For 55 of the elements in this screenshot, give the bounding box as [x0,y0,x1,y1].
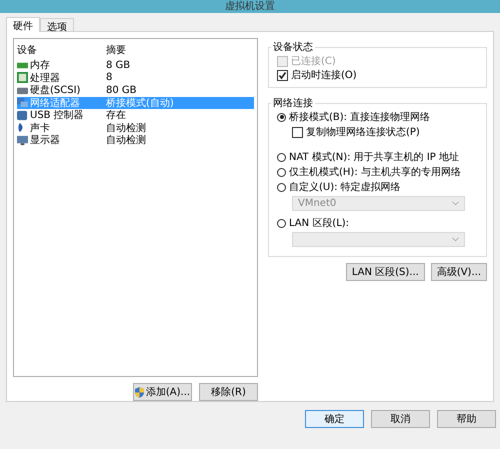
caret-icon [452,201,459,206]
column-header: 摘要 [106,44,127,57]
device-summary: 8 GB [106,60,132,71]
radio-button[interactable] [277,168,286,176]
device-name: 硬盘(SCSI) [30,84,80,98]
checkbox-label: 复制物理网络连接状态(P) [306,126,420,139]
device-name: 内存 [30,58,50,72]
device-name: USB 控制器 [30,108,84,122]
tab[interactable]: 硬件 [6,17,40,32]
column-header: 设备 [17,44,38,57]
caret-icon [452,237,459,242]
device-summary: 80 GB [106,84,138,96]
device-row[interactable]: 内存 8 GB [17,59,254,72]
device-summary: 桥接模式(自动) [106,96,175,110]
device-row[interactable]: 显示器 自动检测 [17,134,254,146]
checkbox-label: 启动时连接(O) [291,68,357,82]
radio-label: LAN 区段(L): [289,217,350,230]
tab[interactable]: 选项 [40,18,74,31]
device-summary: 自动检测 [106,122,147,134]
device-summary: 8 [106,72,114,84]
lan-segments-button[interactable]: LAN 区段(S)... [346,263,425,281]
radio-label: 仅主机模式(H): 与主机共享的专用网络 [289,166,461,179]
advanced-button[interactable]: 高级(V)... [430,263,487,281]
cancel-button[interactable]: 取消 [371,410,430,428]
device-row[interactable]: USB 控制器 存在 [17,109,254,122]
device-row[interactable]: 处理器 8 [17,72,254,84]
device-summary: 存在 [106,109,126,122]
radio-button[interactable] [277,218,286,228]
radio-label: NAT 模式(N): 用于共享主机的 IP 地址 [289,150,459,164]
radio-label: 自定义(U): 特定虚拟网络 [289,180,401,194]
radio-button[interactable] [277,112,286,122]
device-row[interactable]: 硬盘(SCSI) 80 GB [17,84,254,96]
group-title: 网络连接 [272,96,314,110]
radio-button[interactable] [277,152,286,162]
window-title: 虚拟机设置 [225,1,275,13]
checkbox-label: 已连接(C) [291,54,336,68]
device-name: 处理器 [30,72,60,85]
device-row[interactable]: 声卡 自动检测 [17,122,254,134]
radio-button[interactable] [277,182,286,192]
device-name: 网络适配器 [30,96,80,110]
checkbox[interactable] [292,126,303,138]
add-button[interactable]: 添加(A)... [133,383,192,401]
remove-button[interactable]: 移除(R) [199,383,258,401]
device-icon [17,72,28,84]
ok-button[interactable]: 确定 [305,410,364,428]
device-name: 显示器 [30,134,60,148]
group-title: 设备状态 [272,40,314,54]
help-button[interactable]: 帮助 [437,410,496,428]
device-icon [17,97,28,108]
device-icon [17,110,28,121]
device-summary: 自动检测 [106,134,147,148]
radio-label: 桥接模式(B): 直接连接物理网络 [289,110,430,124]
device-icon [17,134,28,146]
checkbox[interactable] [277,70,288,80]
device-name: 声卡 [30,122,50,135]
